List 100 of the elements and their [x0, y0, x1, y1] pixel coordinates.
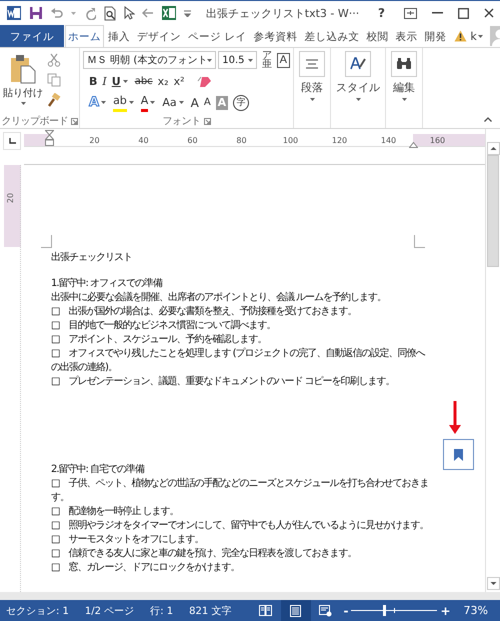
redo-icon[interactable] — [83, 6, 96, 20]
ribbon-tab[interactable]: デザイン — [134, 25, 184, 47]
dialog-launcher-icon[interactable] — [204, 118, 210, 124]
undo-icon[interactable] — [50, 6, 64, 20]
tab-selector[interactable] — [3, 132, 21, 150]
section-status[interactable]: セクション: 1 — [6, 604, 69, 618]
cut-icon[interactable] — [47, 53, 61, 67]
ribbon-tab[interactable]: ホーム — [65, 25, 104, 47]
ruler-number: 20 — [6, 192, 16, 204]
ribbon-display-icon[interactable] — [404, 8, 417, 18]
print-preview-icon[interactable] — [103, 6, 117, 20]
zoom-slider-thumb[interactable] — [383, 605, 386, 616]
format-button[interactable]: U — [110, 73, 132, 90]
ribbon-group-button[interactable]: スタイル — [334, 51, 382, 101]
ruler-number: 20 — [88, 135, 101, 146]
page-status[interactable]: 1/2 ページ — [84, 604, 134, 618]
checklist-paragraph: □ オフィスでやり残したことを処理します (プロジェクトの完了、自動返信の設定、同僚への出張の連絡)。 — [51, 347, 426, 375]
customize-icon[interactable] — [184, 10, 191, 16]
zoom-out-button[interactable]: - — [340, 604, 352, 618]
checklist-paragraph: □ プレゼンテーション、議題、重要なドキュメントのハード コピーを印刷します。 — [51, 375, 396, 389]
word-logo-icon — [6, 5, 22, 21]
format-button[interactable]: x₂ — [156, 73, 171, 90]
document-title: 出張チェックリスト — [51, 251, 133, 265]
checklist-paragraph: □ アポイント、スケジュール、予約を確認します。 — [51, 333, 268, 347]
format-button[interactable]: I — [100, 73, 109, 90]
caret-icon — [310, 98, 314, 101]
format-button[interactable]: A — [202, 94, 213, 111]
paste-button[interactable]: 貼り付け — [3, 51, 43, 114]
pointer-icon[interactable] — [124, 6, 135, 20]
vertical-scrollbar[interactable] — [485, 129, 500, 592]
font-name-dropdown[interactable]: ＭＳ 明朝 (本文のフォント — [83, 51, 216, 69]
ribbon-group-button[interactable]: 編集 — [389, 51, 419, 101]
maximize-icon[interactable] — [458, 8, 469, 18]
web-layout-icon — [319, 604, 332, 616]
ruler-number: 160 — [428, 135, 446, 146]
ruler-number: 80 — [235, 135, 248, 146]
styles-icon — [350, 56, 366, 72]
dialog-launcher-icon[interactable] — [70, 118, 78, 124]
font-size-dropdown[interactable]: 10.5 — [218, 51, 258, 69]
bookmark-icon — [454, 448, 463, 460]
caret-icon — [122, 80, 128, 83]
zoom-percent[interactable]: 73% — [464, 604, 488, 617]
ribbon-tab[interactable]: 挿入 — [105, 25, 133, 47]
scroll-thumb[interactable] — [487, 155, 499, 267]
ribbon-group-button[interactable]: 段落 — [297, 51, 327, 101]
format-button[interactable]: 字 — [231, 94, 252, 111]
caret-icon[interactable] — [478, 34, 483, 38]
excel-logo-icon[interactable] — [161, 5, 177, 21]
format-button[interactable]: A — [188, 94, 201, 111]
user-name[interactable]: k — [470, 30, 477, 42]
indent-marker-icon[interactable] — [45, 130, 54, 146]
format-button[interactable]: B — [87, 73, 100, 90]
ribbon-tab[interactable]: 表示 — [392, 25, 420, 47]
view-button[interactable] — [280, 600, 310, 621]
right-indent-marker-icon[interactable] — [409, 142, 418, 148]
phonetic-guide-button[interactable]: ア亜 — [259, 51, 275, 69]
character-border-button[interactable]: A — [276, 52, 290, 68]
back-arrow-icon[interactable] — [142, 8, 154, 18]
scroll-down-icon[interactable] — [486, 577, 500, 590]
caret-icon — [207, 58, 212, 62]
ribbon-tab[interactable]: 差し込み文 — [301, 25, 362, 47]
group-label: クリップボード — [1, 114, 68, 128]
help-button[interactable]: ? — [374, 6, 389, 20]
format-button[interactable]: x² — [172, 73, 187, 90]
caret-icon — [178, 101, 184, 104]
format-button[interactable]: ab — [111, 94, 138, 111]
checklist-paragraph: □ サーモスタットをオフにします。 — [51, 533, 204, 547]
ruler-number: 100 — [282, 135, 300, 146]
scroll-up-icon[interactable] — [486, 142, 500, 155]
ruler-number: 60 — [186, 135, 199, 146]
window-title: 出張チェックリストtxt3 - W··· — [204, 6, 360, 20]
collapse-ribbon-icon[interactable] — [484, 117, 492, 122]
checklist-paragraph: 出張中に必要な会議を開催、出席者のアポイントとり、会議 ルームを予約します。 — [51, 291, 388, 305]
eraser-icon[interactable] — [196, 74, 212, 88]
format-button[interactable]: A — [138, 94, 160, 111]
format-button[interactable]: A — [87, 94, 110, 111]
caret-icon — [356, 98, 360, 101]
left-tab-icon — [8, 138, 16, 144]
format-button[interactable]: abc — [132, 73, 155, 90]
ribbon-tab[interactable]: 校閲 — [363, 25, 392, 47]
ribbon-tab[interactable]: ファイル — [0, 25, 64, 47]
caret-icon — [248, 58, 254, 62]
line-status[interactable]: 行: 1 — [150, 604, 174, 618]
checklist-paragraph: □ 窓、ガレージ、ドアにロックをかけます。 — [51, 561, 240, 575]
warning-icon[interactable] — [454, 30, 468, 42]
ribbon-tab[interactable]: 参考資料 — [250, 25, 300, 47]
caret-icon — [101, 101, 106, 104]
section-heading: 1.留守中: オフィスでの準備 — [51, 277, 164, 291]
word-count[interactable]: 821 文字 — [189, 604, 232, 618]
close-icon[interactable] — [484, 8, 494, 18]
ribbon-tab[interactable]: ページ レイ — [185, 25, 250, 47]
minimize-icon[interactable] — [432, 12, 443, 14]
caret-icon — [20, 102, 26, 105]
format-button[interactable]: Aa — [160, 94, 188, 111]
zoom-in-button[interactable]: + — [437, 604, 454, 618]
bookmark-callout[interactable] — [443, 439, 474, 470]
ribbon-tab[interactable]: 開発 — [421, 25, 450, 47]
checklist-paragraph: □ 子供、ペット、植物などの世話の手配などのニーズとスケジュールを打ち合わせておきます。 — [51, 477, 430, 505]
format-painter-icon[interactable] — [47, 93, 61, 107]
down-arrow-icon — [449, 401, 461, 434]
